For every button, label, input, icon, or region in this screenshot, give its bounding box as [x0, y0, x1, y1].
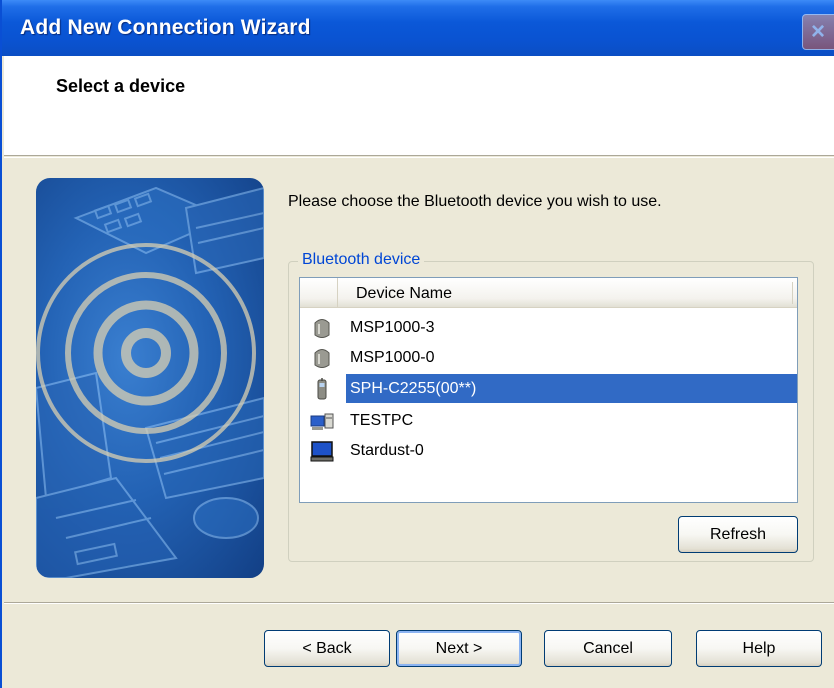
- headset-icon: [314, 319, 330, 338]
- device-name: SPH-C2255(00**): [350, 380, 477, 397]
- page-title: Select a device: [56, 76, 186, 96]
- wizard-illustration: [36, 178, 264, 578]
- wizard-window: Add New Connection Wizard × Select a dev…: [0, 0, 834, 688]
- column-divider: [792, 282, 793, 304]
- close-button[interactable]: ×: [802, 14, 834, 50]
- refresh-button[interactable]: Refresh: [678, 516, 798, 553]
- headset-icon: [314, 349, 330, 368]
- icon-column-header[interactable]: [300, 278, 338, 307]
- help-button[interactable]: Help: [696, 630, 822, 667]
- footer-divider-highlight: [4, 603, 834, 604]
- device-name: TESTPC: [350, 412, 414, 429]
- header-divider: [4, 157, 834, 158]
- devices-signal-illustration: [36, 186, 264, 578]
- device-name: Stardust-0: [350, 442, 424, 459]
- phone-icon: [317, 378, 327, 400]
- title-bar[interactable]: Add New Connection Wizard ×: [2, 0, 834, 56]
- monitor-icon: [310, 441, 334, 462]
- list-item[interactable]: TESTPC: [302, 406, 797, 436]
- wizard-header: Select a device: [4, 56, 834, 156]
- back-button[interactable]: < Back: [264, 630, 390, 667]
- list-item[interactable]: MSP1000-3: [302, 313, 797, 343]
- device-name: MSP1000-0: [350, 349, 435, 366]
- device-name: MSP1000-3: [350, 319, 435, 336]
- window-title: Add New Connection Wizard: [20, 16, 311, 39]
- group-label: Bluetooth device: [298, 251, 425, 269]
- list-item[interactable]: MSP1000-0: [302, 343, 797, 373]
- device-list[interactable]: Device Name MSP1000-3 MSP1000-0 SPH-C225…: [299, 277, 798, 503]
- column-header-device-name[interactable]: Device Name: [356, 285, 452, 303]
- list-header: Device Name: [300, 278, 797, 308]
- instruction-text: Please choose the Bluetooth device you w…: [288, 193, 662, 210]
- cancel-button[interactable]: Cancel: [544, 630, 672, 667]
- close-icon: ×: [811, 18, 826, 45]
- list-item-selected[interactable]: SPH-C2255(00**): [302, 374, 797, 404]
- next-button[interactable]: Next >: [396, 630, 522, 667]
- desktop-computer-icon: [310, 413, 334, 430]
- list-item[interactable]: Stardust-0: [302, 436, 797, 466]
